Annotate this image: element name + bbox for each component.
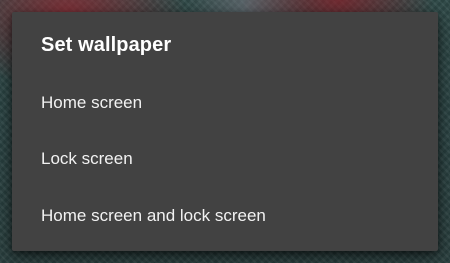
option-home-and-lock-screen-label: Home screen and lock screen [41, 206, 266, 225]
option-lock-screen[interactable]: Lock screen [12, 130, 438, 186]
option-home-and-lock-screen[interactable]: Home screen and lock screen [12, 187, 438, 243]
option-home-screen-label: Home screen [41, 93, 143, 112]
option-lock-screen-label: Lock screen [41, 149, 133, 168]
dialog-title: Set wallpaper [41, 34, 172, 56]
option-home-screen[interactable]: Home screen [12, 74, 438, 130]
set-wallpaper-dialog: Set wallpaper Home screen Lock screen Ho… [12, 12, 438, 251]
